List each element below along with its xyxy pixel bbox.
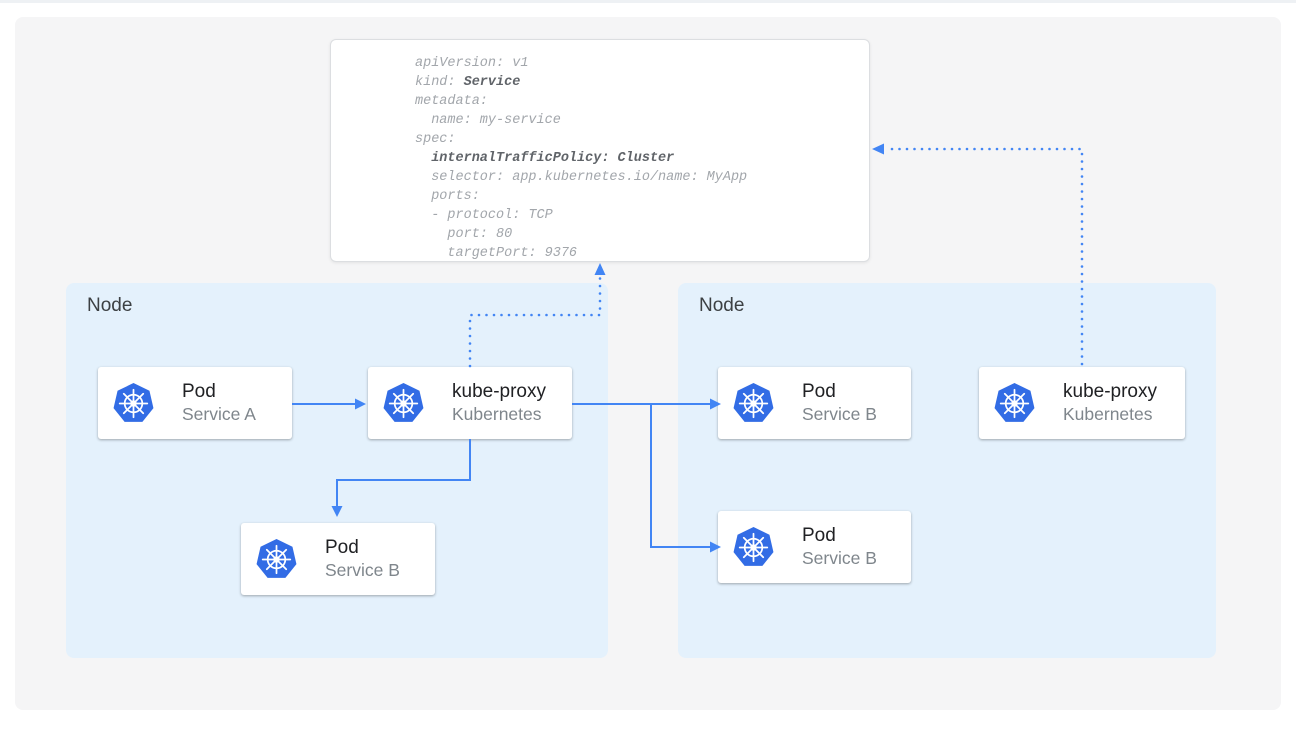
card-title: Pod xyxy=(182,380,256,403)
code-text: - protocol: TCP xyxy=(415,208,553,223)
card-title: Pod xyxy=(802,380,877,403)
card-subtitle: Service A xyxy=(182,403,256,426)
service-yaml-panel: apiVersion: v1 kind: Service metadata: n… xyxy=(330,39,870,262)
kube-proxy-left-card: kube-proxy Kubernetes xyxy=(368,367,572,439)
card-title: Pod xyxy=(325,536,400,559)
card-subtitle: Kubernetes xyxy=(452,403,546,426)
code-line: ports: xyxy=(415,187,869,206)
code-text: name: my-service xyxy=(415,113,561,128)
pod-service-a-card: Pod Service A xyxy=(98,367,292,439)
code-line: spec: xyxy=(415,130,869,149)
code-text: apiVersion: v1 xyxy=(415,56,528,71)
kubernetes-icon xyxy=(731,525,776,570)
kubernetes-icon xyxy=(992,381,1037,426)
card-title: Pod xyxy=(802,524,877,547)
code-bold-text: internalTrafficPolicy: Cluster xyxy=(431,151,674,166)
node-label: Node xyxy=(87,295,132,317)
code-line: internalTrafficPolicy: Cluster xyxy=(415,149,869,168)
card-title: kube-proxy xyxy=(452,380,546,403)
pod-service-b-right-top-card: Pod Service B xyxy=(718,367,911,439)
pod-service-b-left-card: Pod Service B xyxy=(241,523,435,595)
card-subtitle: Service B xyxy=(802,403,877,426)
node-box-right: Node xyxy=(678,283,1216,658)
code-line: name: my-service xyxy=(415,111,869,130)
card-subtitle: Kubernetes xyxy=(1063,403,1157,426)
code-line: port: 80 xyxy=(415,225,869,244)
kubernetes-icon xyxy=(381,381,426,426)
code-text xyxy=(415,151,431,166)
code-text: kind: xyxy=(415,75,464,90)
code-text: targetPort: 9376 xyxy=(415,246,577,261)
card-subtitle: Service B xyxy=(325,559,400,582)
code-text: spec: xyxy=(415,132,456,147)
node-box-left: Node xyxy=(66,283,608,658)
kubernetes-icon xyxy=(254,537,299,582)
kube-proxy-right-card: kube-proxy Kubernetes xyxy=(979,367,1185,439)
node-label: Node xyxy=(699,295,744,317)
kubernetes-icon xyxy=(731,381,776,426)
code-line: targetPort: 9376 xyxy=(415,244,869,263)
card-title: kube-proxy xyxy=(1063,380,1157,403)
code-text: port: 80 xyxy=(415,227,512,242)
code-text: selector: app.kubernetes.io/name: MyApp xyxy=(415,170,747,185)
card-subtitle: Service B xyxy=(802,547,877,570)
pod-service-b-right-bottom-card: Pod Service B xyxy=(718,511,911,583)
code-line: - protocol: TCP xyxy=(415,206,869,225)
code-line: selector: app.kubernetes.io/name: MyApp xyxy=(415,168,869,187)
kubernetes-icon xyxy=(111,381,156,426)
code-text: ports: xyxy=(415,189,480,204)
code-line: kind: Service xyxy=(415,73,869,92)
code-line: metadata: xyxy=(415,92,869,111)
code-text: metadata: xyxy=(415,94,488,109)
code-line: apiVersion: v1 xyxy=(415,54,869,73)
code-bold-text: Service xyxy=(464,75,521,90)
top-divider-strip xyxy=(0,0,1296,3)
